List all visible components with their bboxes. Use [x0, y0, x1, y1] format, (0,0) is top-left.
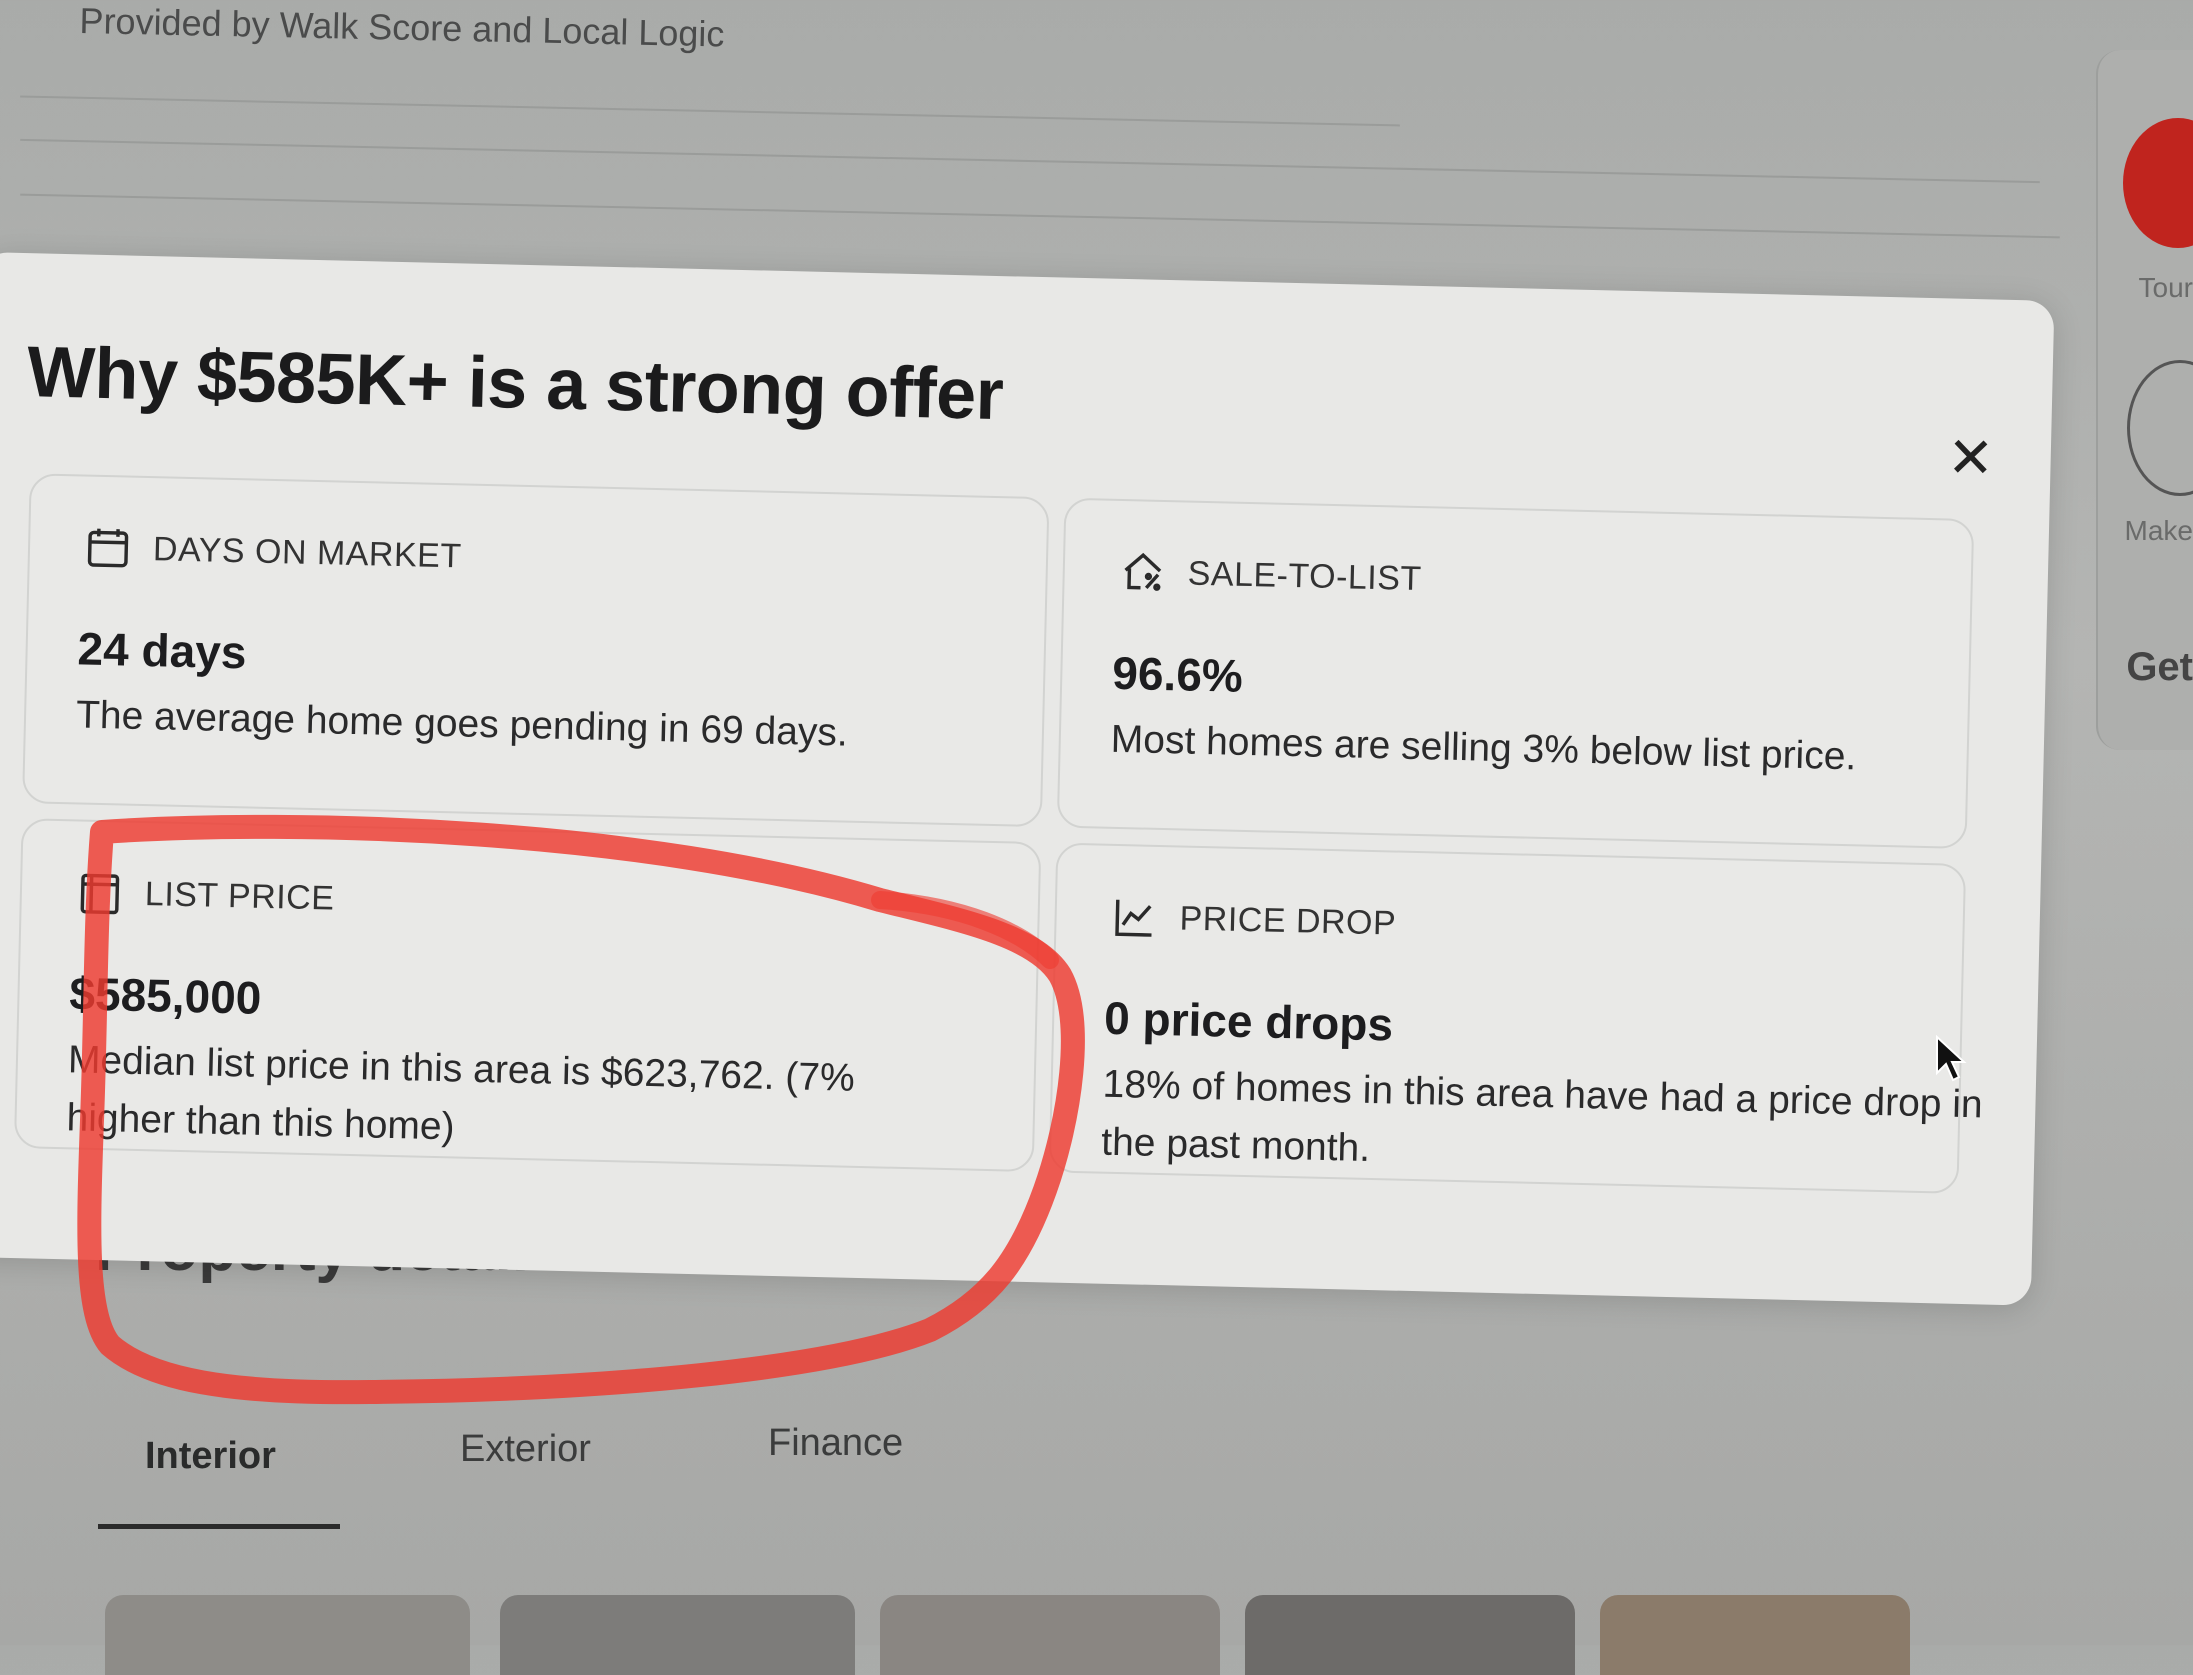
photo-thumbnail[interactable]: [1600, 1595, 1910, 1675]
divider: [20, 194, 2060, 239]
make-label: Make: [2125, 515, 2193, 547]
sale-to-list-description: Most homes are selling 3% below list pri…: [1110, 711, 2011, 790]
sale-to-list-label: SALE-TO-LIST: [1187, 554, 1422, 599]
photo-thumbnail[interactable]: [500, 1595, 855, 1675]
days-on-market-description: The average home goes pending in 69 days…: [75, 686, 976, 765]
list-price-card: LIST PRICE $585,000 Median list price in…: [14, 818, 1041, 1172]
list-price-value: $585,000: [69, 966, 262, 1025]
divider: [20, 139, 2040, 183]
price-drop-description: 18% of homes in this area have had a pri…: [1101, 1056, 2003, 1193]
photo-thumbnail[interactable]: [105, 1595, 470, 1675]
mouse-cursor-icon: [1935, 1035, 1969, 1085]
price-drop-value: 0 price drops: [1104, 991, 1394, 1052]
price-tag-icon: [76, 869, 123, 916]
list-price-label: LIST PRICE: [144, 875, 334, 918]
photo-thumbnail[interactable]: [1245, 1595, 1575, 1675]
days-on-market-label: DAYS ON MARKET: [153, 530, 462, 576]
get-label: Get: [2126, 645, 2193, 690]
tab-finance[interactable]: Finance: [768, 1422, 903, 1465]
strong-offer-modal: Why $585K+ is a strong offer ✕ DAYS ON M…: [0, 252, 2054, 1306]
sale-to-list-value: 96.6%: [1112, 646, 1244, 703]
tab-interior[interactable]: Interior: [145, 1435, 276, 1478]
price-drop-card: PRICE DROP 0 price drops 18% of homes in…: [1049, 843, 1967, 1194]
tour-label: Tour: [2139, 272, 2193, 304]
close-icon: ✕: [1946, 425, 1994, 491]
divider: [20, 96, 1400, 127]
list-price-description: Median list price in this area is $623,7…: [66, 1031, 968, 1168]
price-drop-label: PRICE DROP: [1179, 899, 1396, 943]
calendar-icon: [85, 525, 132, 572]
close-button[interactable]: ✕: [1940, 428, 2001, 489]
provided-by-text: Provided by Walk Score and Local Logic: [79, 0, 725, 55]
house-percent-icon: [1119, 549, 1166, 596]
tab-exterior[interactable]: Exterior: [460, 1428, 591, 1471]
days-on-market-card: DAYS ON MARKET 24 days The average home …: [22, 473, 1049, 827]
line-chart-icon: [1111, 894, 1158, 941]
active-tab-indicator: [98, 1524, 340, 1529]
photo-thumbnail[interactable]: [880, 1595, 1220, 1675]
days-on-market-value: 24 days: [77, 621, 247, 679]
sale-to-list-card: SALE-TO-LIST 96.6% Most homes are sellin…: [1057, 498, 1975, 849]
modal-title: Why $585K+ is a strong offer: [26, 331, 1004, 436]
